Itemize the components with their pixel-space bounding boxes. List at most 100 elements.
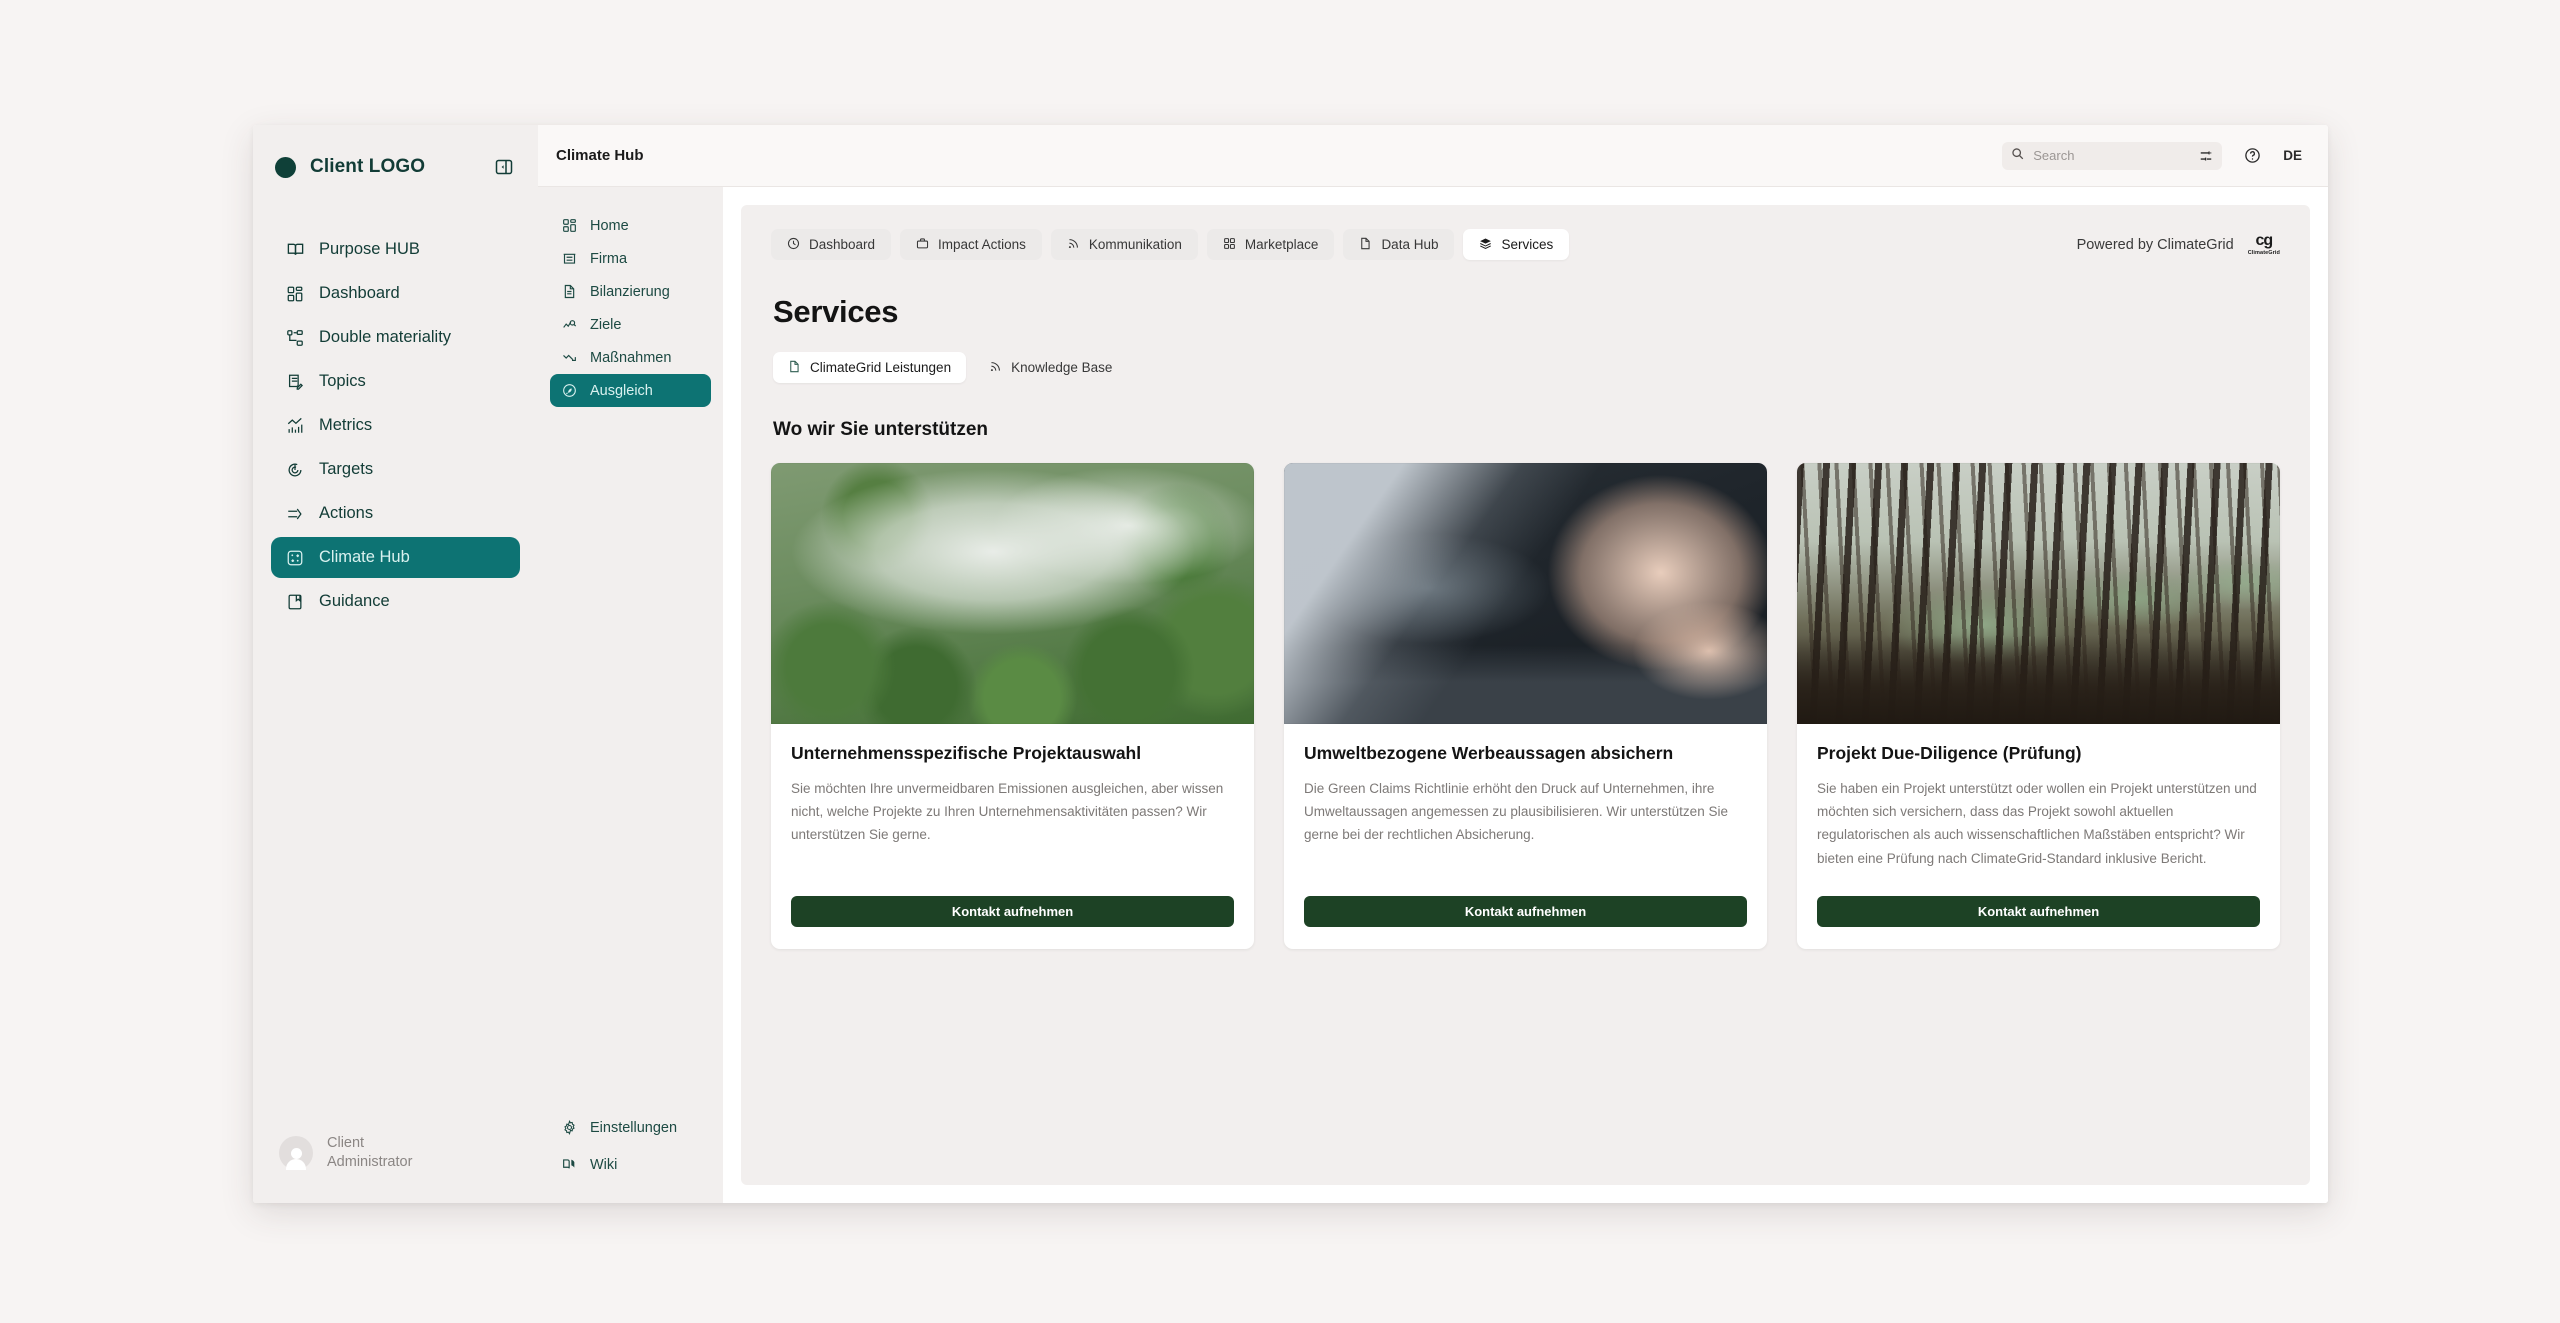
contact-button[interactable]: Kontakt aufnehmen: [791, 895, 1234, 927]
tab-label: Kommunikation: [1088, 237, 1182, 252]
subnav-item-wiki[interactable]: Wiki: [550, 1148, 711, 1181]
subtab-label: ClimateGrid Leistungen: [810, 360, 952, 375]
gear-icon: [561, 1119, 578, 1136]
tab-impact-actions[interactable]: Impact Actions: [900, 229, 1042, 260]
store-icon: [561, 250, 578, 267]
sidebar-item-topics[interactable]: Topics: [271, 361, 520, 402]
tab-label: Services: [1501, 237, 1554, 252]
sidebar-item-actions[interactable]: Actions: [271, 493, 520, 534]
user-name-line1: Client: [327, 1134, 365, 1151]
laptop-hands-photo: [1284, 463, 1767, 724]
panel-collapse-icon[interactable]: [492, 155, 516, 179]
card-description: Die Green Claims Richtlinie erhöht den D…: [1304, 780, 1728, 843]
document-icon: [561, 283, 578, 300]
clock-icon: [787, 237, 800, 253]
sidebar-item-metrics[interactable]: Metrics: [271, 405, 520, 446]
document-icon: [1359, 237, 1372, 253]
service-subtabs: ClimateGrid Leistungen Knowledge Base: [773, 352, 2280, 383]
question-circle-icon[interactable]: [2244, 147, 2261, 164]
tab-label: Data Hub: [1381, 237, 1439, 252]
subnav-item-bilanzierung[interactable]: Bilanzierung: [550, 275, 711, 308]
sidebar-item-label: Double materiality: [319, 328, 452, 346]
subnav-item-ziele[interactable]: Ziele: [550, 308, 711, 341]
document-icon: [788, 360, 801, 376]
card-title: Projekt Due-Diligence (Prüfung): [1817, 743, 2082, 763]
target-icon: [285, 460, 305, 480]
sliders-icon[interactable]: [2199, 149, 2213, 163]
trend-down-icon: [561, 349, 578, 366]
sidebar-item-label: Guidance: [319, 592, 390, 610]
leaf-refresh-icon: [561, 382, 578, 399]
actions-arrow-icon: [285, 504, 305, 524]
service-card: Projekt Due-Diligence (Prüfung) Sie habe…: [1797, 463, 2280, 949]
tab-data-hub[interactable]: Data Hub: [1343, 229, 1455, 260]
page-breadcrumb-title: Climate Hub: [556, 147, 644, 164]
app-window: Client LOGO Purpose HUB Dashboard Double…: [253, 125, 2328, 1203]
subnav-item-massnahmen[interactable]: Maßnahmen: [550, 341, 711, 374]
main-panel: Dashboard Impact Actions Kommunikation M…: [723, 187, 2328, 1203]
grid-icon: [1223, 237, 1236, 253]
sidebar-item-purpose-hub[interactable]: Purpose HUB: [271, 229, 520, 270]
chart-bars-icon: [285, 416, 305, 436]
sidebar-item-label: Targets: [319, 460, 374, 478]
tab-dashboard[interactable]: Dashboard: [771, 229, 892, 260]
subtab-climategrid-leistungen[interactable]: ClimateGrid Leistungen: [773, 352, 967, 383]
contact-button[interactable]: Kontakt aufnehmen: [1817, 895, 2260, 927]
sidebar-item-dashboard[interactable]: Dashboard: [271, 273, 520, 314]
content-column: Climate Hub Search DE Home Firma Bilanzi…: [538, 125, 2328, 1203]
bookmark-page-icon: [285, 592, 305, 612]
sidebar-item-targets[interactable]: Targets: [271, 449, 520, 490]
page-title: Services: [773, 294, 899, 329]
card-description: Sie haben ein Projekt unterstützt oder w…: [1817, 780, 2257, 866]
card-title: Umweltbezogene Werbeaussagen absichern: [1304, 743, 1674, 763]
tab-kommunikation[interactable]: Kommunikation: [1050, 229, 1198, 260]
dashboard-grid-icon: [285, 284, 305, 304]
section-title: Wo wir Sie unterstützen: [773, 419, 989, 440]
card-description: Sie möchten Ihre unvermeidbaren Emission…: [791, 780, 1224, 843]
subnav-item-label: Ausgleich: [590, 382, 653, 399]
service-cards: Unternehmensspezifische Projektauswahl S…: [771, 463, 2280, 949]
tab-services[interactable]: Services: [1463, 229, 1570, 260]
sidebar-item-label: Climate Hub: [319, 548, 410, 566]
document-edit-icon: [285, 372, 305, 392]
subnav-item-home[interactable]: Home: [550, 209, 711, 242]
language-selector[interactable]: DE: [2283, 148, 2302, 163]
sidebar-item-guidance[interactable]: Guidance: [271, 581, 520, 622]
brand-row: Client LOGO: [253, 125, 538, 187]
subnav-item-label: Firma: [590, 250, 628, 267]
briefcase-icon: [916, 237, 929, 253]
search-input[interactable]: [2033, 148, 2191, 163]
service-card: Unternehmensspezifische Projektauswahl S…: [771, 463, 1254, 949]
tab-label: Dashboard: [809, 237, 876, 252]
climategrid-logo-mark: cg: [2255, 232, 2274, 249]
search-box[interactable]: [2002, 141, 2223, 170]
primary-sidebar: Client LOGO Purpose HUB Dashboard Double…: [253, 125, 538, 1203]
sidebar-item-label: Actions: [319, 504, 374, 522]
layers-icon: [1479, 237, 1492, 253]
card-title: Unternehmensspezifische Projektauswahl: [791, 743, 1142, 763]
user-name-line2: Administrator: [327, 1154, 413, 1171]
subnav-item-label: Home: [590, 217, 629, 234]
subnav-item-firma[interactable]: Firma: [550, 242, 711, 275]
workspace: Home Firma Bilanzierung Ziele Maßnahmen …: [538, 187, 2328, 1203]
powered-by-text: Powered by ClimateGrid: [2076, 236, 2234, 253]
tab-marketplace[interactable]: Marketplace: [1206, 229, 1335, 260]
avatar: [279, 1136, 313, 1171]
subtab-knowledge-base[interactable]: Knowledge Base: [974, 352, 1127, 383]
sidebar-item-double-materiality[interactable]: Double materiality: [271, 317, 520, 358]
user-profile[interactable]: Client Administrator: [253, 1116, 538, 1203]
brand-name: Client LOGO: [310, 156, 426, 177]
topbar: Climate Hub Search DE: [538, 125, 2328, 187]
subnav-bottom-group: Einstellungen Wiki: [550, 1111, 711, 1181]
search-icon: [2011, 147, 2024, 165]
subnav-item-label: Ziele: [590, 316, 622, 333]
rainforest-mist-photo: [771, 463, 1254, 724]
contact-button[interactable]: Kontakt aufnehmen: [1304, 895, 1747, 927]
climate-hub-icon: [285, 548, 305, 568]
sidebar-item-climate-hub[interactable]: Climate Hub: [271, 537, 520, 578]
subnav-item-label: Maßnahmen: [590, 349, 672, 366]
forest-trees-ferns-photo: [1797, 463, 2280, 724]
subnav-item-einstellungen[interactable]: Einstellungen: [550, 1111, 711, 1144]
subnav-item-label: Einstellungen: [590, 1119, 678, 1136]
subnav-item-ausgleich[interactable]: Ausgleich: [550, 374, 711, 407]
